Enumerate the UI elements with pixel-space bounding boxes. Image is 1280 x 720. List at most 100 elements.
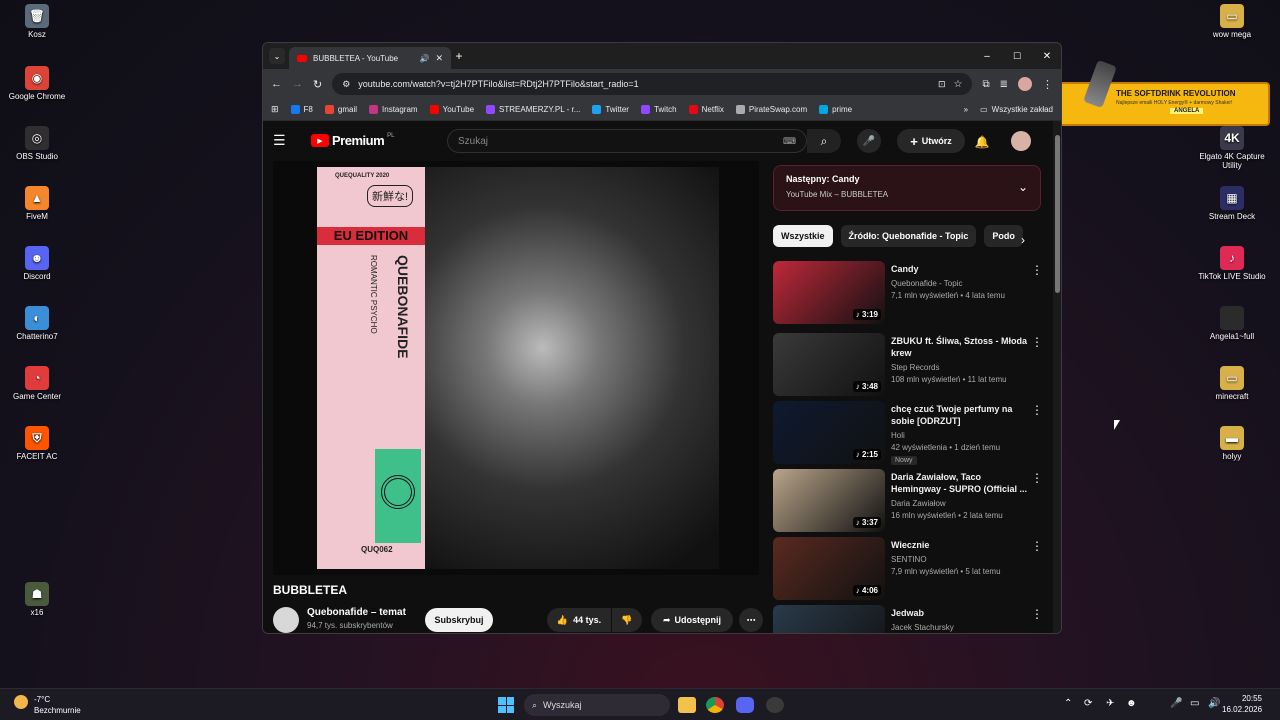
- desktop-icon[interactable]: ♪ TikTok LIVE Studio: [1192, 246, 1272, 281]
- video-menu-icon[interactable]: ⋮: [1031, 471, 1043, 485]
- video-title[interactable]: ZBUKU ft. Śliwa, Sztoss - Młoda krew: [891, 335, 1031, 359]
- desktop-icon[interactable]: ◐ Chatterino7: [0, 306, 77, 341]
- forward-icon[interactable]: →: [292, 78, 303, 90]
- bookmark-item[interactable]: YouTube: [429, 105, 474, 114]
- tab-close-icon[interactable]: ✕: [435, 53, 443, 64]
- maximize-icon[interactable]: ☐: [1009, 47, 1025, 65]
- tab-search-icon[interactable]: ⌄: [269, 48, 285, 64]
- app-taskbar-icon[interactable]: [766, 697, 784, 713]
- chevron-down-icon[interactable]: ⌄: [1018, 180, 1028, 194]
- video-thumbnail[interactable]: [773, 605, 885, 633]
- close-window-icon[interactable]: ✕: [1039, 47, 1055, 65]
- channel-name[interactable]: Quebonafide – temat: [307, 607, 406, 618]
- video-thumbnail[interactable]: ♪ 3:19: [773, 261, 885, 324]
- video-channel[interactable]: SENTINO: [891, 555, 927, 564]
- filter-chip[interactable]: Podo: [984, 225, 1023, 247]
- discord-tray-icon[interactable]: ☻: [1126, 698, 1137, 709]
- desktop-icon[interactable]: ▭ wow mega: [1192, 4, 1272, 39]
- video-title[interactable]: Wiecznie: [891, 539, 1031, 551]
- bookmark-item[interactable]: Instagram: [369, 105, 418, 114]
- search-input[interactable]: Szukaj: [458, 136, 783, 147]
- recommended-video[interactable]: ♪ 2:15 chcę czuć Twoje perfumy na sobie […: [773, 401, 1053, 465]
- promo-banner[interactable]: THE SOFTDRINK REVOLUTION Najlepsze email…: [1048, 59, 1270, 126]
- filter-chip[interactable]: Źródło: Quebonafide - Topic: [840, 225, 977, 247]
- back-icon[interactable]: ←: [271, 78, 282, 90]
- bookmark-item[interactable]: Netflix: [688, 105, 724, 114]
- desktop-icon[interactable]: ◔ Game Center: [0, 366, 77, 401]
- like-button[interactable]: 👍 44 tys.: [547, 608, 611, 632]
- chrome-taskbar-icon[interactable]: [706, 697, 724, 713]
- taskbar-search[interactable]: ⌕ Wyszukaj: [524, 694, 670, 716]
- discord-taskbar-icon[interactable]: [736, 697, 754, 713]
- sync-icon[interactable]: ⟳: [1084, 698, 1092, 709]
- tab-active[interactable]: BUBBLETEA - YouTube 🔊 ✕: [289, 47, 451, 69]
- bookmarks-overflow-icon[interactable]: »: [964, 105, 968, 114]
- speaker-icon[interactable]: 🔊: [419, 54, 429, 63]
- monitor-icon[interactable]: ▭: [1190, 698, 1199, 709]
- bookmark-item[interactable]: PirateSwap.com: [735, 105, 807, 114]
- bookmark-item[interactable]: Twitch: [640, 105, 677, 114]
- desktop-icon[interactable]: ☗ x16: [0, 582, 77, 617]
- minimize-icon[interactable]: –: [979, 47, 995, 65]
- hamburger-menu-icon[interactable]: ☰: [273, 132, 286, 149]
- bookmark-item[interactable]: prime: [819, 105, 852, 114]
- video-menu-icon[interactable]: ⋮: [1031, 607, 1043, 621]
- address-bar[interactable]: ⚙ youtube.com/watch?v=tj2H7PTFilo&list=R…: [332, 73, 973, 95]
- video-menu-icon[interactable]: ⋮: [1031, 263, 1043, 277]
- video-title[interactable]: Candy: [891, 263, 1031, 275]
- video-title[interactable]: Jedwab: [891, 607, 1031, 619]
- notifications-bell-icon[interactable]: 🔔: [971, 131, 993, 153]
- desktop-icon[interactable]: 4K Elgato 4K Capture Utility: [1192, 126, 1272, 170]
- recommended-video[interactable]: ♪ 4:06 Wiecznie SENTINO 7,9 mln wyświetleń …: [773, 537, 1053, 601]
- menu-icon[interactable]: ⋮: [1042, 78, 1053, 91]
- page-scrollbar[interactable]: [1053, 121, 1061, 633]
- desktop-icon[interactable]: ▬ holyy: [1192, 426, 1272, 461]
- desktop-icon[interactable]: Angela1~full: [1192, 306, 1272, 341]
- desktop-icon[interactable]: ◎ OBS Studio: [0, 126, 77, 161]
- scrollbar-thumb[interactable]: [1055, 135, 1060, 293]
- chevron-up-icon[interactable]: ⌃: [1064, 698, 1072, 709]
- account-avatar[interactable]: [1011, 131, 1031, 151]
- search-icon[interactable]: ⌕: [807, 129, 841, 153]
- media-icon[interactable]: ≣: [1000, 79, 1008, 90]
- desktop-icon[interactable]: ☻ Discord: [0, 246, 77, 281]
- bookmark-item[interactable]: STREAMERZY.PL - r...: [486, 105, 580, 114]
- dislike-button[interactable]: 👎: [612, 608, 642, 632]
- recommended-video[interactable]: ♪ 3:19 Candy Quebonafide - Topic 7,1 mln wy…: [773, 261, 1053, 325]
- share-button[interactable]: ➦ Udostępnij: [651, 608, 733, 632]
- desktop-icon[interactable]: ▦ Stream Deck: [1192, 186, 1272, 221]
- youtube-logo[interactable]: ▶ Premium PL: [311, 133, 394, 148]
- search-box[interactable]: Szukaj ⌨: [447, 129, 807, 153]
- network-tray-icon[interactable]: ✈: [1106, 698, 1114, 709]
- file-explorer-icon[interactable]: [678, 697, 696, 713]
- filter-chip[interactable]: Wszystkie: [773, 225, 833, 247]
- microphone-icon[interactable]: 🎤: [857, 129, 881, 153]
- video-player[interactable]: QUEQUALITY 2020 新鮮な! EU EDITION QUEBONAF…: [273, 161, 759, 575]
- keyboard-icon[interactable]: ⌨: [783, 136, 796, 147]
- video-channel[interactable]: Daria Zawiałow: [891, 499, 946, 508]
- recommended-video[interactable]: ♪ 3:37 Daria Zawiałow, Taco Hemingway - S…: [773, 469, 1053, 533]
- create-button[interactable]: + Utwórz: [897, 129, 965, 153]
- channel-avatar[interactable]: [273, 607, 299, 633]
- extensions-icon[interactable]: ⧉: [982, 79, 989, 90]
- desktop-icon[interactable]: ⛨ FACEIT AC: [0, 426, 77, 461]
- desktop-icon[interactable]: ▭ minecraft: [1192, 366, 1272, 401]
- chevron-right-icon[interactable]: ›: [1021, 233, 1025, 247]
- video-thumbnail[interactable]: ♪ 3:48: [773, 333, 885, 396]
- bookmark-item[interactable]: gmail: [324, 105, 357, 114]
- profile-avatar[interactable]: [1018, 77, 1032, 91]
- video-channel[interactable]: Jacek Stachursky: [891, 623, 954, 632]
- install-icon[interactable]: ⊡: [938, 79, 946, 90]
- video-menu-icon[interactable]: ⋮: [1031, 539, 1043, 553]
- desktop-icon[interactable]: 🗑 Kosz: [0, 4, 77, 39]
- video-title[interactable]: chcę czuć Twoje perfumy na sobie [ODRZUT…: [891, 403, 1031, 427]
- microphone-tray-icon[interactable]: 🎤: [1170, 698, 1182, 709]
- apps-icon[interactable]: ⊞: [271, 104, 279, 115]
- video-channel[interactable]: Quebonafide - Topic: [891, 279, 962, 288]
- recommended-video[interactable]: ♪ 3:48 ZBUKU ft. Śliwa, Sztoss - Młoda kr…: [773, 333, 1053, 397]
- all-bookmarks-folder[interactable]: ▭ Wszystkie zakład: [980, 105, 1053, 114]
- up-next-card[interactable]: Następny: Candy YouTube Mix – BUBBLETEA …: [773, 165, 1041, 211]
- video-thumbnail[interactable]: ♪ 2:15: [773, 401, 885, 464]
- volume-icon[interactable]: 🔊: [1208, 698, 1220, 709]
- video-thumbnail[interactable]: ♪ 4:06: [773, 537, 885, 600]
